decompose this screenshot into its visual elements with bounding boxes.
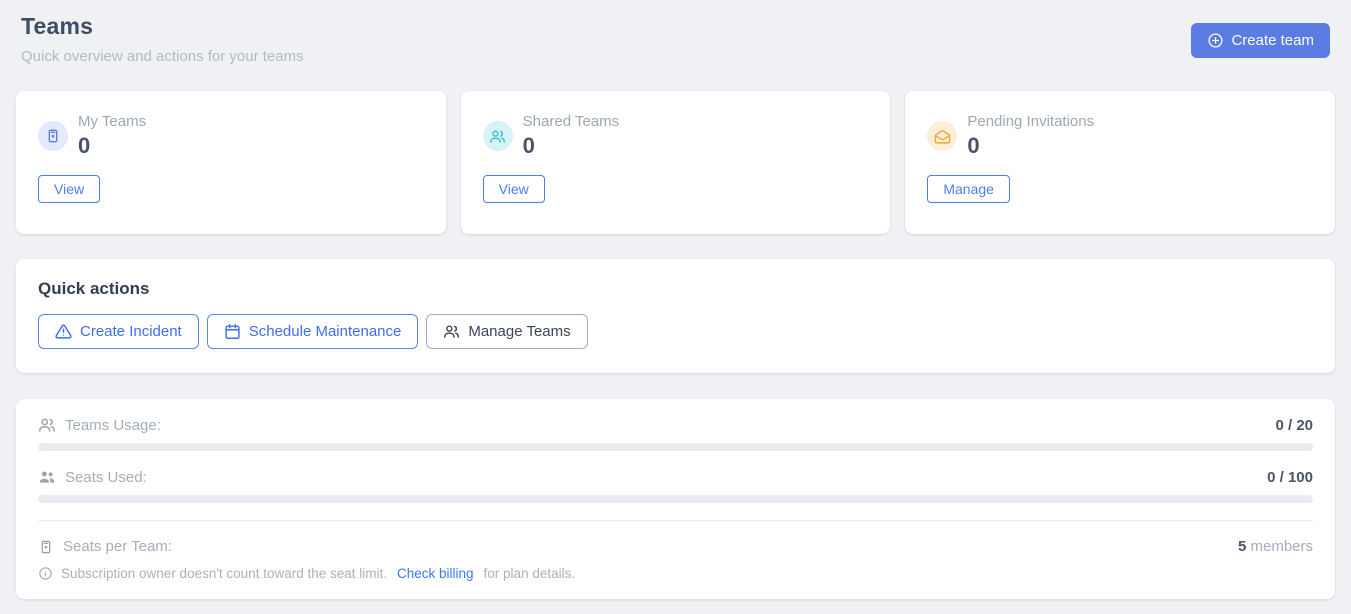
stat-value: 0 (523, 133, 619, 159)
stat-value: 0 (967, 133, 1094, 159)
users-icon (443, 323, 460, 340)
users-filled-icon (38, 468, 56, 486)
users-icon (483, 121, 513, 151)
stat-card-my-teams: My Teams 0 View (16, 91, 446, 234)
info-icon (38, 566, 53, 581)
seats-per-team-value: 5 (1238, 538, 1246, 555)
stat-card-pending-invitations: Pending Invitations 0 Manage (905, 91, 1335, 234)
quick-actions-card: Quick actions Create Incident (16, 259, 1335, 373)
note-suffix: for plan details. (484, 566, 576, 581)
seats-used-label: Seats Used: (65, 469, 147, 486)
manage-teams-button[interactable]: Manage Teams (426, 314, 587, 349)
header-text: Teams Quick overview and actions for you… (21, 13, 304, 65)
stat-label: My Teams (78, 113, 146, 130)
page-header: Teams Quick overview and actions for you… (16, 0, 1335, 65)
stat-label: Pending Invitations (967, 113, 1094, 130)
create-team-label: Create team (1231, 32, 1314, 49)
quick-actions-title: Quick actions (38, 279, 1313, 299)
create-team-button[interactable]: Create team (1191, 23, 1330, 58)
schedule-maintenance-label: Schedule Maintenance (249, 323, 402, 340)
alert-triangle-icon (55, 323, 72, 340)
usage-divider (38, 520, 1313, 521)
note-text: Subscription owner doesn't count toward … (61, 566, 387, 581)
stat-cards-row: My Teams 0 View Shared Teams (16, 91, 1335, 234)
teams-page: Teams Quick overview and actions for you… (0, 0, 1351, 599)
calendar-icon (224, 323, 241, 340)
view-my-teams-button[interactable]: View (38, 175, 100, 203)
teams-usage-progressbar (38, 443, 1313, 451)
users-outline-icon (38, 416, 56, 434)
page-subtitle: Quick overview and actions for your team… (21, 48, 304, 65)
id-badge-icon (38, 539, 54, 555)
teams-usage-value: 0 / 20 (1275, 417, 1313, 434)
view-shared-teams-button[interactable]: View (483, 175, 545, 203)
schedule-maintenance-button[interactable]: Schedule Maintenance (207, 314, 419, 349)
page-title: Teams (21, 13, 304, 40)
seats-used-value: 0 / 100 (1267, 469, 1313, 486)
manage-teams-label: Manage Teams (468, 323, 570, 340)
seats-per-team-unit: members (1250, 538, 1313, 555)
stat-value: 0 (78, 133, 146, 159)
seats-used-row: Seats Used: 0 / 100 (38, 468, 1313, 486)
usage-card: Teams Usage: 0 / 20 Seats Used: 0 / 100 (16, 399, 1335, 599)
check-billing-link[interactable]: Check billing (397, 566, 474, 581)
seat-limit-note: Subscription owner doesn't count toward … (38, 566, 575, 581)
teams-usage-row: Teams Usage: 0 / 20 (38, 416, 1313, 434)
stat-card-shared-teams: Shared Teams 0 View (461, 91, 891, 234)
create-incident-button[interactable]: Create Incident (38, 314, 199, 349)
create-incident-label: Create Incident (80, 323, 182, 340)
mail-open-icon (927, 121, 957, 151)
plus-circle-icon (1207, 32, 1224, 49)
stat-label: Shared Teams (523, 113, 619, 130)
seats-per-team-label: Seats per Team: (63, 538, 172, 555)
seats-used-progressbar (38, 495, 1313, 503)
id-badge-icon (38, 121, 68, 151)
seats-per-team-row: Seats per Team: 5 members (38, 538, 1313, 555)
teams-usage-label: Teams Usage: (65, 417, 161, 434)
manage-invitations-button[interactable]: Manage (927, 175, 1010, 203)
